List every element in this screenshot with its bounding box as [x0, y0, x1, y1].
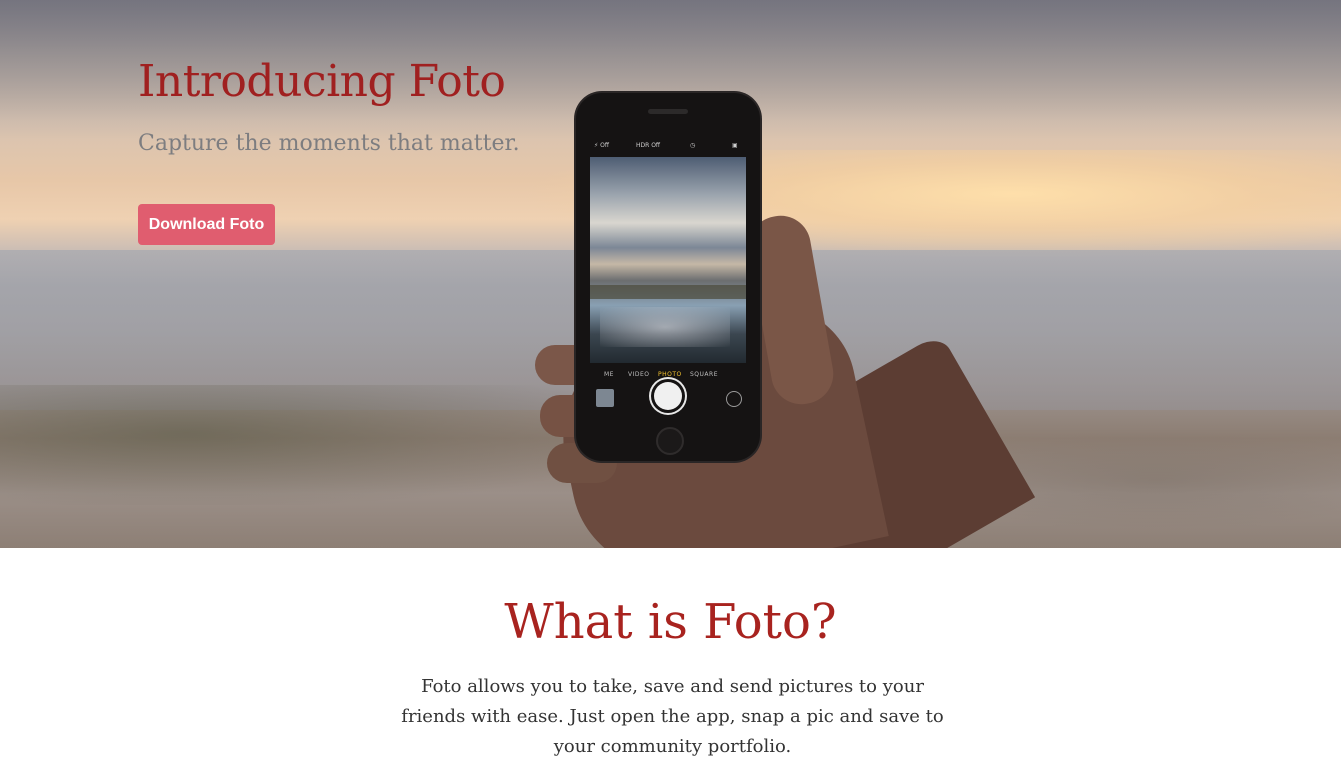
- mode-label: ME: [604, 371, 614, 378]
- download-button[interactable]: Download Foto: [138, 204, 275, 245]
- shutter-button-icon: [654, 382, 682, 410]
- flash-label: ⚡ Off: [594, 142, 609, 149]
- camera-viewfinder: [590, 157, 746, 363]
- hero-subtitle: Capture the moments that matter.: [138, 131, 520, 156]
- shore-rocks: [0, 385, 620, 505]
- camera-modes: ME VIDEO PHOTO SQUARE: [586, 369, 750, 381]
- filters-icon: [726, 391, 742, 407]
- hdr-label: HDR Off: [636, 142, 661, 149]
- camera-switch-icon: ▣: [732, 142, 738, 149]
- phone-speaker: [648, 109, 688, 114]
- mode-label: VIDEO: [628, 371, 650, 378]
- section-body: Foto allows you to take, save and send p…: [401, 676, 944, 757]
- camera-top-bar: ⚡ Off HDR Off ◷ ▣: [586, 137, 750, 155]
- mode-label: SQUARE: [690, 371, 718, 378]
- mode-label-active: PHOTO: [658, 371, 682, 378]
- timer-icon: ◷: [690, 142, 696, 149]
- hero-title: Introducing Foto: [138, 56, 506, 107]
- gallery-thumbnail: [596, 389, 614, 407]
- about-section: What is Foto? Foto allows you to take, s…: [0, 548, 1341, 765]
- section-heading: What is Foto?: [504, 594, 837, 650]
- hero-section: ⚡ Off HDR Off ◷ ▣ ME VIDEO PHOTO SQUARE …: [0, 0, 1341, 548]
- home-button-icon: [656, 427, 684, 455]
- phone-image: ⚡ Off HDR Off ◷ ▣ ME VIDEO PHOTO SQUARE: [576, 93, 760, 461]
